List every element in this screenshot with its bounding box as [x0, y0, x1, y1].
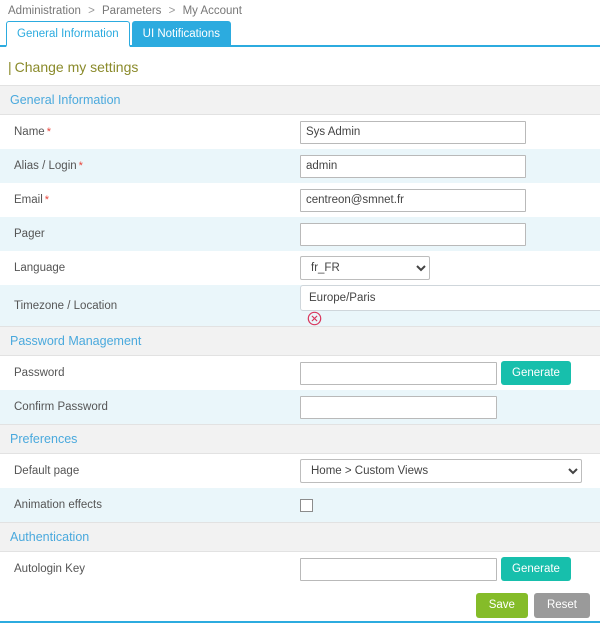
label-name: Name *: [0, 114, 300, 149]
breadcrumb-item-parameters[interactable]: Parameters: [102, 5, 161, 17]
animation-effects-checkbox[interactable]: [300, 499, 313, 513]
settings-form: General Information Name* Alias / Login*…: [0, 85, 600, 626]
section-header-preferences: Preferences: [0, 424, 600, 455]
breadcrumb-separator: >: [88, 5, 95, 17]
label-pager-text: Pager: [14, 228, 45, 240]
form-row-autologin-key: Autologin Key Generate: [0, 551, 600, 587]
password-input[interactable]: [300, 361, 497, 385]
label-autologin-key-text: Autologin Key: [14, 563, 85, 576]
clear-circle-icon[interactable]: [307, 311, 322, 326]
label-autologin-key: Autologin Key: [0, 551, 300, 587]
breadcrumb: Administration > Parameters > My Account: [0, 0, 600, 18]
label-default-page-text: Default page: [14, 465, 80, 478]
label-password: Password: [0, 355, 300, 391]
label-alias: Alias / Login *: [0, 149, 300, 183]
form-row-timezone: Timezone / Location Europe/Paris: [0, 285, 600, 327]
email-input[interactable]: [300, 188, 526, 212]
breadcrumb-item-administration[interactable]: Administration: [8, 5, 81, 17]
name-input[interactable]: [300, 120, 526, 144]
pager-input[interactable]: [300, 222, 526, 246]
alias-input[interactable]: [300, 154, 526, 178]
label-pager: Pager: [0, 217, 300, 251]
section-title-authentication: Authentication: [0, 522, 600, 553]
label-confirm-password-text: Confirm Password: [14, 401, 108, 414]
autologin-key-input[interactable]: [300, 557, 497, 581]
section-header-authentication: Authentication: [0, 522, 600, 553]
form-row-animation-effects: Animation effects: [0, 488, 600, 523]
form-row-email: Email *: [0, 183, 600, 217]
language-select[interactable]: fr_FR: [300, 256, 430, 280]
label-confirm-password: Confirm Password: [0, 390, 300, 425]
tab-ui-notifications[interactable]: UI Notifications: [131, 21, 231, 47]
form-row-alias: Alias / Login *: [0, 149, 600, 183]
label-timezone-text: Timezone / Location: [14, 299, 118, 312]
label-name-text: Name: [14, 126, 45, 138]
page-title-bar: |: [8, 59, 12, 75]
label-email-text: Email: [14, 194, 43, 206]
confirm-password-input[interactable]: [300, 395, 497, 419]
timezone-selected-value: Europe/Paris: [309, 292, 376, 304]
label-alias-text: Alias / Login: [14, 160, 77, 172]
timezone-select[interactable]: Europe/Paris: [300, 285, 600, 311]
form-row-language: Language fr_FR: [0, 251, 600, 285]
breadcrumb-item-my-account[interactable]: My Account: [183, 5, 242, 17]
tab-general-information[interactable]: General Information: [6, 21, 130, 47]
section-title-preferences: Preferences: [0, 424, 600, 455]
section-header-password-management: Password Management: [0, 326, 600, 357]
section-title-password-management: Password Management: [0, 326, 600, 357]
default-page-select[interactable]: Home > Custom Views: [300, 459, 582, 484]
label-animation-effects-text: Animation effects: [14, 499, 103, 512]
generate-autologin-key-button[interactable]: Generate: [501, 557, 571, 582]
form-row-default-page: Default page Home > Custom Views: [0, 453, 600, 489]
label-language: Language: [0, 251, 300, 285]
label-default-page: Default page: [0, 453, 300, 489]
reset-button[interactable]: Reset: [533, 593, 590, 619]
form-row-confirm-password: Confirm Password: [0, 390, 600, 425]
tab-bar: General Information UI Notifications: [0, 21, 600, 47]
section-header-general-information: General Information: [0, 85, 600, 115]
required-marker: *: [46, 126, 51, 138]
generate-password-button[interactable]: Generate: [501, 361, 571, 386]
page-title: | Change my settings: [0, 47, 600, 85]
label-animation-effects: Animation effects: [0, 488, 300, 523]
page-title-text: Change my settings: [14, 59, 139, 75]
label-timezone: Timezone / Location: [0, 285, 300, 327]
breadcrumb-separator: >: [168, 5, 176, 17]
form-row-name: Name *: [0, 114, 600, 149]
label-password-text: Password: [14, 367, 65, 380]
required-marker: *: [78, 160, 83, 172]
label-email: Email *: [0, 183, 300, 217]
form-row-pager: Pager: [0, 217, 600, 251]
label-language-text: Language: [14, 262, 66, 274]
form-row-password: Password Generate: [0, 355, 600, 391]
save-button[interactable]: Save: [475, 593, 528, 619]
section-title-general-information: General Information: [0, 85, 600, 115]
required-marker: *: [44, 194, 50, 206]
